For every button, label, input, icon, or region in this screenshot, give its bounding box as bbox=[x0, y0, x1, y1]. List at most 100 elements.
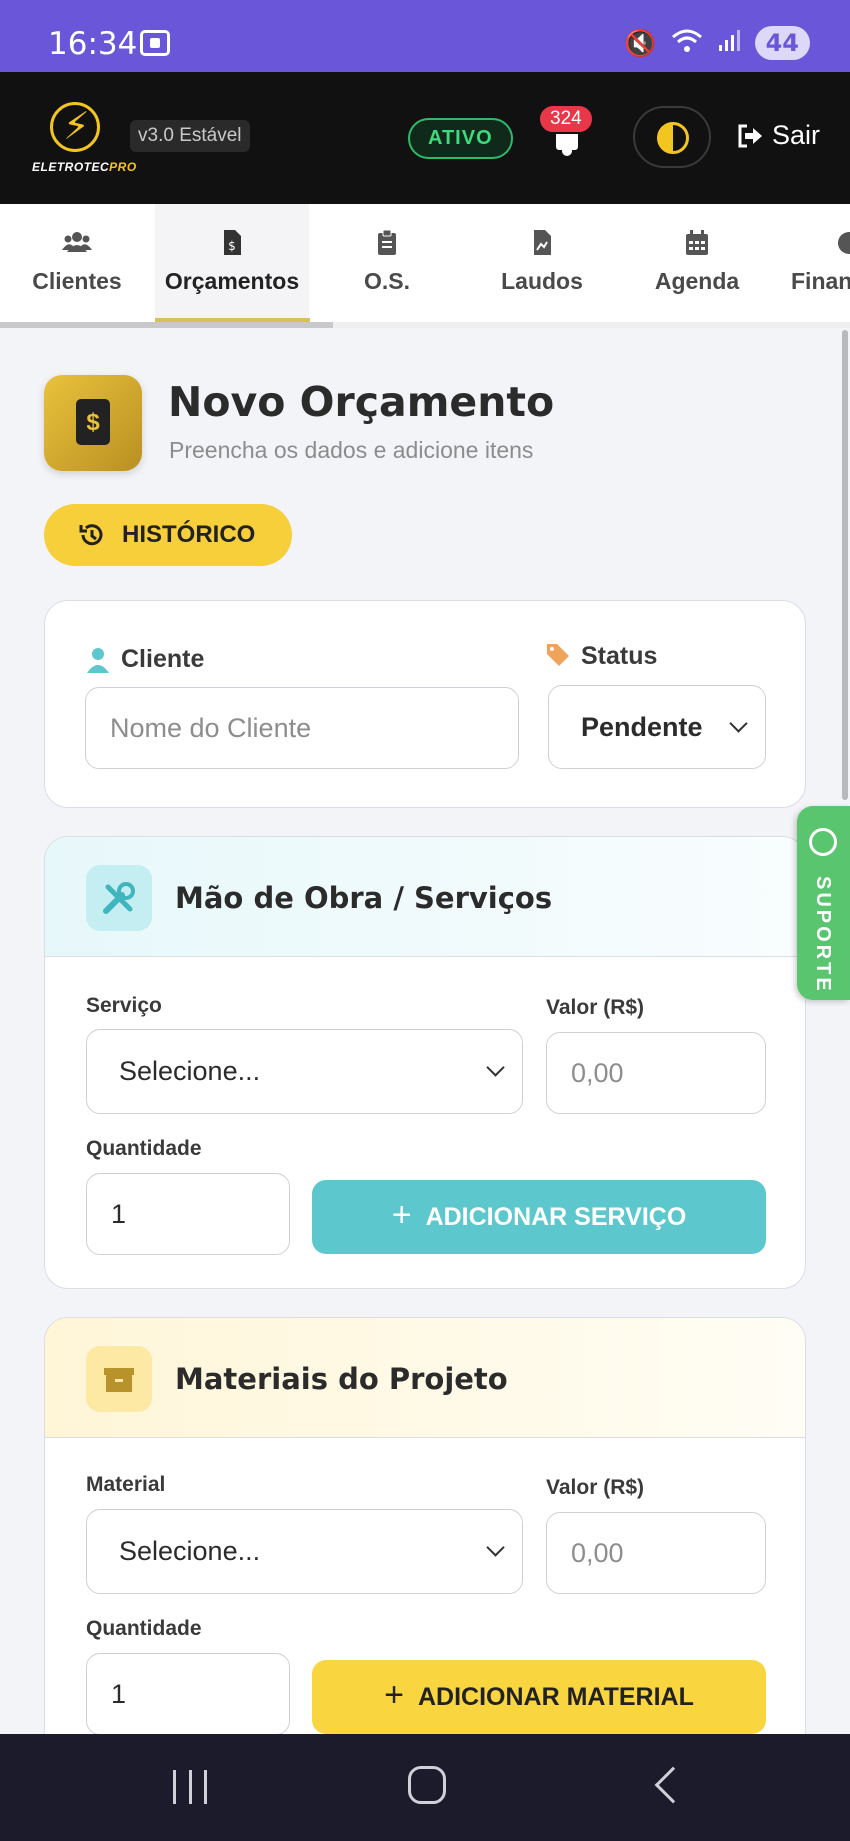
material-qty-input[interactable]: 1 bbox=[86, 1653, 290, 1735]
chevron-down-icon bbox=[486, 1058, 505, 1077]
page-title: Novo Orçamento bbox=[168, 378, 555, 426]
support-label: SUPORTE bbox=[812, 876, 834, 994]
status-label: Status bbox=[581, 642, 658, 670]
material-price-placeholder: 0,00 bbox=[571, 1537, 624, 1568]
system-navigation-bar bbox=[0, 1734, 850, 1841]
tab-label: Clientes bbox=[32, 268, 122, 294]
status-select[interactable]: Pendente bbox=[548, 685, 766, 769]
services-card: Mão de Obra / Serviços Serviço Selecione… bbox=[44, 836, 806, 1289]
calendar-icon bbox=[686, 230, 708, 255]
client-name-input[interactable]: Nome do Cliente bbox=[85, 687, 519, 769]
tab-financeiro[interactable]: Finan bbox=[775, 204, 850, 327]
services-title: Mão de Obra / Serviços bbox=[175, 881, 553, 915]
invoice-icon: $ bbox=[224, 230, 241, 255]
client-label: Cliente bbox=[121, 645, 205, 673]
material-value-label: Valor (R$) bbox=[546, 1476, 645, 1499]
tab-label: Orçamentos bbox=[164, 268, 300, 294]
plus-icon: + bbox=[384, 1676, 404, 1714]
logout-label: Sair bbox=[772, 120, 821, 150]
logo-text: ELETROTECPRO bbox=[32, 160, 137, 174]
app-logo[interactable]: ⚡ ELETROTECPRO bbox=[32, 102, 136, 182]
service-value-label: Valor (R$) bbox=[546, 996, 645, 1019]
status-value: Pendente bbox=[581, 711, 703, 742]
service-price-placeholder: 0,00 bbox=[571, 1057, 624, 1088]
screenshot-icon bbox=[140, 30, 170, 56]
tab-os[interactable]: O.S. bbox=[310, 204, 464, 327]
tab-label: Agenda bbox=[654, 268, 740, 294]
tab-orcamentos[interactable]: $ Orçamentos bbox=[155, 204, 309, 327]
tabs-scroll-track bbox=[333, 322, 850, 328]
notification-count: 324 bbox=[538, 104, 594, 134]
box-icon bbox=[86, 1346, 152, 1412]
status-badge: ATIVO bbox=[408, 118, 513, 159]
quote-icon-tile: $ bbox=[44, 375, 142, 471]
service-qty-label: Quantidade bbox=[86, 1137, 202, 1160]
add-service-button[interactable]: + ADICIONAR SERVIÇO bbox=[312, 1180, 766, 1254]
materials-header: Materiais do Projeto bbox=[45, 1318, 805, 1438]
tab-clientes[interactable]: Clientes bbox=[0, 204, 154, 327]
clipboard-icon bbox=[378, 230, 396, 255]
materials-title: Materiais do Projeto bbox=[175, 1362, 508, 1396]
tabs-scrollbar[interactable] bbox=[0, 322, 333, 328]
chevron-down-icon bbox=[486, 1538, 505, 1557]
service-select[interactable]: Selecione... bbox=[86, 1029, 523, 1114]
service-value: Selecione... bbox=[119, 1056, 261, 1086]
wifi-icon bbox=[671, 28, 703, 58]
client-card: Cliente Nome do Cliente Status Pendente bbox=[44, 600, 806, 808]
material-price-input[interactable]: 0,00 bbox=[546, 1512, 766, 1594]
version-badge: v3.0 Estável bbox=[130, 120, 250, 152]
tab-label: Finan bbox=[791, 268, 850, 294]
tab-label: O.S. bbox=[363, 268, 410, 294]
finance-icon bbox=[838, 232, 850, 254]
service-qty-input[interactable]: 1 bbox=[86, 1173, 290, 1255]
page-scrollbar[interactable] bbox=[842, 330, 848, 800]
back-button[interactable] bbox=[654, 1766, 692, 1804]
svg-text:$: $ bbox=[228, 239, 236, 253]
material-qty-value: 1 bbox=[111, 1678, 127, 1709]
tools-icon bbox=[86, 865, 152, 931]
history-icon bbox=[79, 524, 103, 546]
history-label: HISTÓRICO bbox=[122, 521, 256, 548]
chevron-down-icon bbox=[729, 713, 748, 733]
signal-icon bbox=[717, 29, 741, 57]
add-material-button[interactable]: + ADICIONAR MATERIAL bbox=[312, 1660, 766, 1734]
whatsapp-icon bbox=[809, 828, 837, 856]
tab-laudos[interactable]: Laudos bbox=[465, 204, 619, 327]
user-icon bbox=[87, 648, 109, 673]
invoice-dollar-icon: $ bbox=[76, 399, 110, 445]
service-label: Serviço bbox=[86, 994, 162, 1017]
main-tabs: Clientes $ Orçamentos O.S. Laudos Agenda… bbox=[0, 204, 850, 328]
lightning-icon: ⚡ bbox=[63, 106, 90, 148]
services-header: Mão de Obra / Serviços bbox=[45, 837, 805, 957]
plus-icon: + bbox=[391, 1196, 412, 1234]
material-label: Material bbox=[86, 1473, 166, 1496]
theme-toggle-button[interactable] bbox=[633, 106, 711, 168]
notifications-button[interactable]: 324 bbox=[536, 104, 596, 168]
contrast-icon bbox=[657, 122, 689, 154]
recents-button[interactable] bbox=[173, 1770, 207, 1804]
app-header: ⚡ ELETROTECPRO v3.0 Estável ATIVO 324 Sa… bbox=[0, 72, 850, 204]
mute-icon: 🔇 bbox=[624, 28, 657, 58]
support-whatsapp-tab[interactable]: SUPORTE bbox=[797, 806, 850, 1000]
add-service-label: ADICIONAR SERVIÇO bbox=[425, 1202, 687, 1231]
clock: 16:34 bbox=[48, 26, 138, 62]
history-button[interactable]: HISTÓRICO bbox=[44, 504, 292, 566]
add-material-label: ADICIONAR MATERIAL bbox=[417, 1682, 694, 1711]
system-status-bar: 16:34 🔇 44 bbox=[0, 0, 850, 72]
status-icons: 🔇 44 bbox=[624, 26, 810, 60]
sign-out-icon bbox=[738, 124, 762, 147]
users-icon bbox=[62, 232, 92, 252]
client-name-placeholder: Nome do Cliente bbox=[110, 712, 312, 743]
battery-indicator: 44 bbox=[754, 26, 810, 60]
material-value: Selecione... bbox=[119, 1536, 261, 1566]
tag-icon bbox=[547, 644, 569, 666]
service-price-input[interactable]: 0,00 bbox=[546, 1032, 766, 1114]
tab-agenda[interactable]: Agenda bbox=[620, 204, 774, 327]
material-qty-label: Quantidade bbox=[86, 1617, 202, 1640]
materials-card: Materiais do Projeto Material Selecione.… bbox=[44, 1317, 806, 1777]
report-icon bbox=[534, 230, 551, 255]
service-qty-value: 1 bbox=[111, 1198, 127, 1229]
home-button[interactable] bbox=[408, 1766, 446, 1804]
material-select[interactable]: Selecione... bbox=[86, 1509, 523, 1594]
logout-button[interactable]: Sair bbox=[736, 120, 820, 151]
